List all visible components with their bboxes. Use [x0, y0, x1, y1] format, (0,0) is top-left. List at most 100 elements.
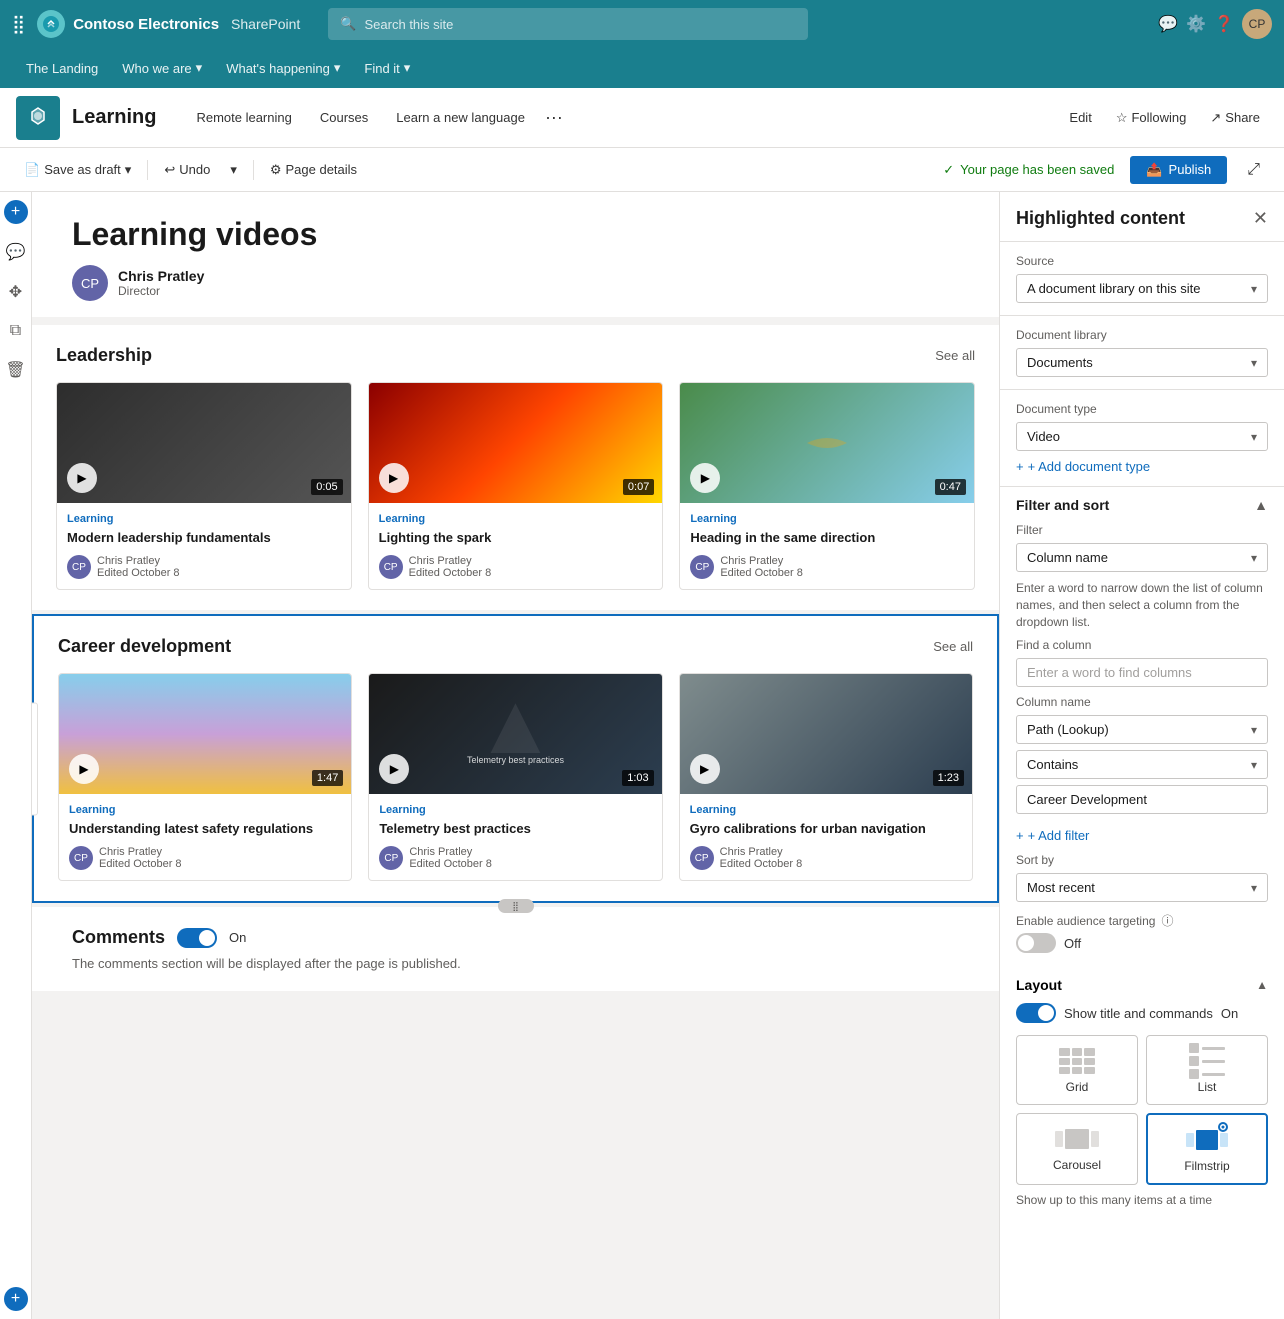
career-play-3[interactable]: ▶: [690, 754, 720, 784]
page-nav-more[interactable]: ···: [541, 107, 567, 128]
help-icon[interactable]: ❓: [1214, 14, 1234, 34]
apps-icon[interactable]: ⣿: [12, 14, 25, 35]
sort-by-select[interactable]: Most recent ▾: [1016, 873, 1268, 902]
column-name-select[interactable]: Path (Lookup) ▾: [1016, 715, 1268, 744]
filter-value-input[interactable]: [1016, 785, 1268, 814]
career-tag-3: Learning: [690, 804, 962, 816]
page-title: Learning: [72, 106, 156, 129]
add-filter-button[interactable]: + + Add filter: [1016, 828, 1268, 843]
career-duration-1: 1:47: [312, 770, 343, 786]
delete-icon[interactable]: 🗑: [0, 354, 32, 386]
career-duration-2: 1:03: [622, 770, 653, 786]
comments-toggle[interactable]: [177, 928, 217, 948]
leadership-video-card-1[interactable]: ▶ 0:05 Learning Modern leadership fundam…: [56, 382, 352, 590]
page-details-button[interactable]: ⚙ Page details: [262, 158, 365, 182]
subnav-item-landing[interactable]: The Landing: [16, 57, 108, 80]
layout-option-filmstrip[interactable]: ● Filmstrip: [1146, 1113, 1268, 1185]
move-icon[interactable]: ✥: [3, 276, 28, 308]
filter-hint: Enter a word to narrow down the list of …: [1016, 580, 1268, 630]
find-column-input[interactable]: [1016, 658, 1268, 687]
career-author-avatar-3: CP: [690, 846, 714, 870]
add-doc-type-button[interactable]: + + Add document type: [1016, 459, 1268, 474]
drag-handle[interactable]: ⣿: [498, 899, 534, 913]
search-bar[interactable]: 🔍 Search this site: [328, 8, 808, 40]
top-nav-icons: 💬 ⚙️ ❓ CP: [1158, 9, 1272, 39]
undo-dropdown[interactable]: ▾: [222, 158, 245, 182]
career-see-all[interactable]: See all: [933, 639, 973, 654]
copy-icon[interactable]: ⧉: [4, 316, 27, 346]
doc-library-section: Document library Documents ▾: [1000, 316, 1284, 390]
subnav-item-whoweare[interactable]: Who we are ▾: [112, 56, 212, 80]
doc-type-select[interactable]: Video ▾: [1016, 422, 1268, 451]
expand-button[interactable]: ⤢: [1239, 157, 1268, 183]
video-tag-3: Learning: [690, 513, 964, 525]
subnav-item-whathappening[interactable]: What's happening ▾: [216, 56, 350, 80]
career-video-card-2[interactable]: Telemetry best practices ▶ 1:03 Learning…: [368, 673, 662, 881]
undo-button[interactable]: ↩ Undo: [156, 158, 218, 182]
author-job-title: Director: [118, 284, 204, 298]
video-author-name-3: Chris Pratley: [720, 555, 803, 567]
comments-label: Comments: [72, 927, 165, 948]
edit-button[interactable]: Edit: [1061, 106, 1099, 129]
share-icon: ↗: [1210, 110, 1221, 126]
hero-title: Learning videos: [72, 216, 959, 253]
comments-description: The comments section will be displayed a…: [72, 956, 959, 971]
audience-toggle[interactable]: [1016, 933, 1056, 953]
doc-library-select[interactable]: Documents ▾: [1016, 348, 1268, 377]
settings-icon[interactable]: ⚙️: [1186, 14, 1206, 34]
leadership-video-card-3[interactable]: ▶ 0:47 Learning Heading in the same dire…: [679, 382, 975, 590]
page-nav-remote-learning[interactable]: Remote learning: [184, 106, 303, 129]
close-icon[interactable]: ✕: [1253, 208, 1268, 229]
chat-icon[interactable]: 💬: [1158, 14, 1178, 34]
video-author-name-2: Chris Pratley: [409, 555, 492, 567]
publish-button[interactable]: 📤 Publish: [1130, 156, 1227, 184]
video-author-avatar-2: CP: [379, 555, 403, 579]
search-placeholder: Search this site: [365, 17, 454, 32]
layout-option-list[interactable]: List: [1146, 1035, 1268, 1105]
page-nav: Remote learning Courses Learn a new lang…: [184, 106, 566, 129]
career-video-card-1[interactable]: ▶ 1:47 Learning Understanding latest saf…: [58, 673, 352, 881]
page-nav-language[interactable]: Learn a new language: [384, 106, 537, 129]
edit-webpart-icon[interactable]: ✏: [32, 706, 34, 730]
filter-sort-header[interactable]: Filter and sort ▲: [1000, 487, 1284, 523]
page-nav-courses[interactable]: Courses: [308, 106, 380, 129]
author-details: Chris Pratley Director: [118, 268, 204, 298]
move-webpart-icon[interactable]: ✥: [32, 733, 34, 757]
layout-title: Layout: [1016, 977, 1062, 993]
chevron-down-icon: ▾: [196, 60, 203, 76]
duration-3: 0:47: [935, 479, 966, 495]
saved-status: ✓ Your page has been saved: [943, 162, 1114, 178]
top-navigation: ⣿ Contoso Electronics SharePoint 🔍 Searc…: [0, 0, 1284, 48]
share-button[interactable]: ↗ Share: [1202, 106, 1268, 130]
add-section-top-button[interactable]: +: [4, 200, 28, 224]
career-video-card-3[interactable]: ▶ 1:23 Learning Gyro calibrations for ur…: [679, 673, 973, 881]
filter-chevron-icon: ▾: [1251, 551, 1257, 565]
leadership-see-all[interactable]: See all: [935, 348, 975, 363]
copy-webpart-icon[interactable]: ⧉: [32, 760, 34, 784]
list-layout-icon: [1187, 1046, 1227, 1076]
carousel-layout-icon: [1057, 1124, 1097, 1154]
career-play-2[interactable]: ▶: [379, 754, 409, 784]
video-title-2: Lighting the spark: [379, 529, 653, 547]
layout-header[interactable]: Layout ▲: [1016, 977, 1268, 993]
delete-webpart-icon[interactable]: 🗑: [32, 787, 34, 811]
dropdown-arrow[interactable]: ▾: [125, 162, 132, 178]
avatar[interactable]: CP: [1242, 9, 1272, 39]
add-section-bottom-button[interactable]: +: [4, 1287, 28, 1311]
comment-icon[interactable]: 💬: [0, 236, 31, 268]
show-title-toggle[interactable]: [1016, 1003, 1056, 1023]
save-as-draft-button[interactable]: 📄 Save as draft ▾: [16, 158, 139, 182]
leadership-video-card-2[interactable]: ▶ 0:07 Learning Lighting the spark CP Ch…: [368, 382, 664, 590]
play-button-2[interactable]: ▶: [379, 463, 409, 493]
duration-2: 0:07: [623, 479, 654, 495]
product-name: SharePoint: [231, 16, 300, 32]
contains-select[interactable]: Contains ▾: [1016, 750, 1268, 779]
play-button-1[interactable]: ▶: [67, 463, 97, 493]
career-play-1[interactable]: ▶: [69, 754, 99, 784]
filter-select[interactable]: Column name ▾: [1016, 543, 1268, 572]
layout-option-carousel[interactable]: Carousel: [1016, 1113, 1138, 1185]
follow-button[interactable]: ☆ Following: [1108, 106, 1195, 130]
layout-option-grid[interactable]: Grid: [1016, 1035, 1138, 1105]
source-select[interactable]: A document library on this site ▾: [1016, 274, 1268, 303]
subnav-item-findit[interactable]: Find it ▾: [354, 56, 420, 80]
